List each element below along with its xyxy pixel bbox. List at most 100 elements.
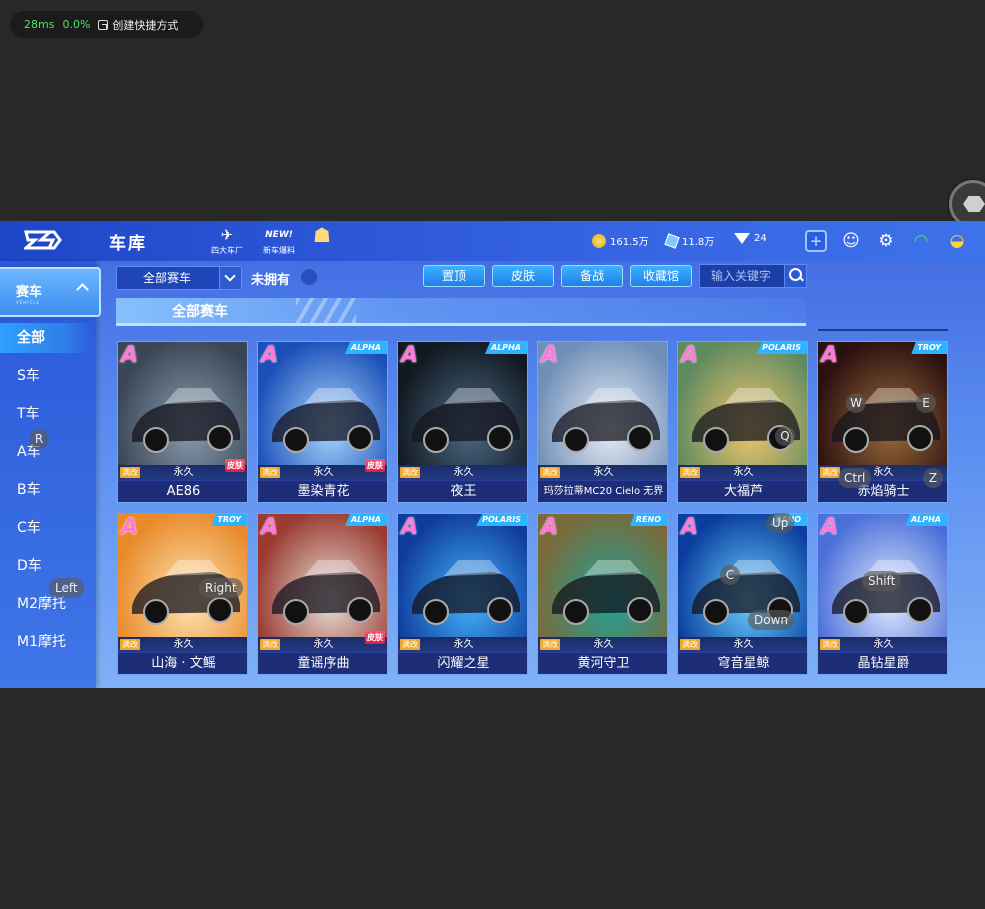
car-name: 山海 · 文鳐 <box>118 653 247 674</box>
sidebar-item-b[interactable]: B车 <box>0 475 92 505</box>
skin-badge: 皮肤 <box>225 459 245 472</box>
car-card[interactable]: A RENO 永久 满改黄河守卫 <box>537 513 668 675</box>
search-input[interactable]: 输入关键字 <box>699 264 807 288</box>
category-sublabel: VEHICLE <box>16 300 40 305</box>
sidebar-item-t[interactable]: T车 <box>0 399 92 429</box>
car-name: 玛莎拉蒂MC20 Cielo 无界 <box>538 481 667 502</box>
collection-button[interactable]: 收藏馆 <box>630 265 692 287</box>
sidebar-item-s[interactable]: S车 <box>0 361 92 391</box>
rank-badge: A <box>121 515 139 540</box>
duration-label: 永久 <box>873 467 894 478</box>
car-card[interactable]: ARENO永久满改穹音星鲸 <box>677 513 808 675</box>
unowned-toggle[interactable] <box>299 267 319 287</box>
rank-badge: A <box>681 343 699 368</box>
wifi-icon: ◠ <box>913 231 929 251</box>
car-card[interactable]: A POLARIS 永久 满改 闪耀之星 <box>397 513 528 675</box>
brand-badge: ALPHA <box>484 342 527 354</box>
unowned-label: 未拥有 <box>251 273 291 288</box>
car-card[interactable]: A ALPHA 永久 满改 晶钻星爵 <box>817 513 948 675</box>
nav-new-car[interactable]: NEW! 新车爆料 <box>258 225 300 257</box>
pin-top-button[interactable]: 置顶 <box>423 265 485 287</box>
shortcut-icon <box>98 19 109 30</box>
max-mod-badge: 满改 <box>540 639 560 650</box>
max-mod-badge: 满改 <box>260 639 280 650</box>
brand-badge: TROY <box>911 342 947 354</box>
chevron-down-icon <box>219 267 241 289</box>
max-mod-badge: 满改 <box>120 467 140 478</box>
hexagon-icon <box>963 196 985 212</box>
sidebar-item-c[interactable]: C车 <box>0 513 92 543</box>
section-header: 全部赛车 <box>116 298 806 326</box>
key-hint-up: Up <box>766 513 795 533</box>
sidebar-item-d[interactable]: D车 <box>0 551 92 581</box>
car-name: 夜王 <box>398 481 527 502</box>
sidebar-item-all[interactable]: 全部 <box>0 323 92 353</box>
key-hint-shift: Shift <box>862 571 902 591</box>
car-factory-icon: ✈ <box>220 226 234 244</box>
brand-badge: ALPHA <box>344 342 387 354</box>
brand-badge: ALPHA <box>344 514 387 526</box>
filter-value: 全部赛车 <box>143 271 192 285</box>
performance-overlay: 28ms 0.0% 创建快捷方式 <box>10 11 203 38</box>
diamond-icon <box>734 233 750 244</box>
brand-badge: RENO <box>629 514 667 526</box>
duration-label: 永久 <box>173 639 194 650</box>
brand-badge: POLARIS <box>756 342 807 354</box>
battery-icon: ◒ <box>949 231 965 251</box>
add-icon[interactable]: + <box>805 230 827 252</box>
key-hint-z: Z <box>923 468 943 488</box>
car-name: 穹音星鲸 <box>678 653 807 674</box>
search-icon[interactable] <box>784 265 806 287</box>
create-shortcut-button[interactable]: 创建快捷方式 <box>98 17 178 33</box>
vehicle-filter-select[interactable]: 全部赛车 <box>116 266 242 290</box>
back-logo-icon[interactable] <box>24 229 62 251</box>
key-hint-down: Down <box>748 610 795 630</box>
prepare-button[interactable]: 备战 <box>561 265 623 287</box>
top-bar: 车库 ✈ 四大车厂 NEW! 新车爆料 ☗ 161.5万 11.8万 24 + ☺ … <box>0 221 985 261</box>
car-card[interactable]: A ALPHA 永久 满改 皮肤 墨染青花 <box>257 341 388 503</box>
max-mod-badge: 满改 <box>820 467 840 478</box>
rank-badge: A <box>261 343 279 368</box>
duration-label: 永久 <box>733 639 754 650</box>
car-card[interactable]: A POLARIS 永久 满改 大福芦 <box>677 341 808 503</box>
skin-button[interactable]: 皮肤 <box>492 265 554 287</box>
coupon-value: 11.8万 <box>682 237 715 248</box>
section-stripes <box>296 298 356 323</box>
packet-loss-readout: 0.0% <box>62 18 91 31</box>
settings-icon[interactable]: ⚙ <box>875 230 897 252</box>
friends-icon[interactable]: ☺ <box>840 230 862 252</box>
search-placeholder: 输入关键字 <box>711 269 772 283</box>
diamond-balance: 24 <box>734 233 767 244</box>
rank-badge: A <box>401 343 419 368</box>
car-card[interactable]: A 永久 满改 皮肤 AE86 <box>117 341 248 503</box>
nav-car-factory[interactable]: ✈ 四大车厂 <box>206 225 248 257</box>
duration-label: 永久 <box>593 467 614 478</box>
car-card[interactable]: A 永久 满改 玛莎拉蒂MC20 Cielo 无界 <box>537 341 668 503</box>
car-name: 闪耀之星 <box>398 653 527 674</box>
skin-badge: 皮肤 <box>365 631 385 644</box>
nav-gift[interactable]: ☗ <box>301 223 343 257</box>
max-mod-badge: 满改 <box>680 639 700 650</box>
brand-badge: TROY <box>211 514 247 526</box>
car-name: AE86 <box>118 481 247 502</box>
key-hint-left: Left <box>49 578 84 598</box>
coin-value: 161.5万 <box>610 237 649 248</box>
max-mod-badge: 满改 <box>400 467 420 478</box>
duration-label: 永久 <box>873 639 894 650</box>
car-name: 童谣序曲 <box>258 653 387 674</box>
duration-label: 永久 <box>593 639 614 650</box>
max-mod-badge: 满改 <box>400 639 420 650</box>
max-mod-badge: 满改 <box>260 467 280 478</box>
rank-badge: A <box>541 515 559 540</box>
category-sidebar: 赛车 VEHICLE 全部 S车 T车 A车 B车 C车 D车 M2摩托 M1摩… <box>0 261 101 688</box>
sidebar-item-m1[interactable]: M1摩托 <box>0 627 92 657</box>
latency-readout: 28ms <box>24 18 55 31</box>
max-mod-badge: 满改 <box>120 639 140 650</box>
car-card[interactable]: A ALPHA 永久 满改 夜王 <box>397 341 528 503</box>
brand-badge: ALPHA <box>904 514 947 526</box>
car-card[interactable]: A ALPHA 永久 满改 皮肤 童谣序曲 <box>257 513 388 675</box>
car-name: 黄河守卫 <box>538 653 667 674</box>
key-hint-ctrl: Ctrl <box>838 468 872 488</box>
category-vehicle[interactable]: 赛车 VEHICLE <box>0 267 101 317</box>
nav-label: 新车爆料 <box>263 246 295 255</box>
